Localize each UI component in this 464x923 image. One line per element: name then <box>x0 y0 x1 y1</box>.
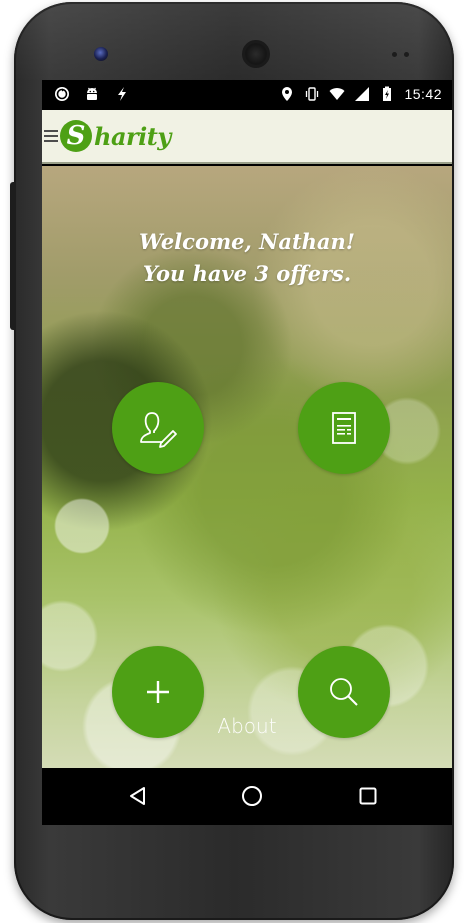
status-time: 15:42 <box>404 86 442 102</box>
signal-icon <box>355 87 370 101</box>
document-list-icon <box>332 412 356 444</box>
sensor-dot <box>404 52 409 57</box>
about-link[interactable]: About <box>42 714 452 738</box>
earpiece-speaker <box>242 40 270 68</box>
logo-text: harity <box>94 121 171 151</box>
plus-icon <box>147 681 169 703</box>
app-bar: S harity <box>42 110 452 164</box>
menu-icon[interactable] <box>44 127 62 145</box>
recents-button[interactable] <box>354 782 382 810</box>
edit-profile-icon <box>140 412 177 448</box>
system-nav-bar <box>42 768 452 825</box>
recents-icon <box>359 787 377 805</box>
back-icon <box>130 787 145 805</box>
phone-highlight <box>14 2 454 82</box>
offers-count: You have 3 offers. <box>142 261 352 286</box>
back-button[interactable] <box>124 782 152 810</box>
wifi-icon <box>329 88 345 100</box>
main-content: Welcome, Nathan! You have 3 offers. Abou… <box>42 166 452 768</box>
sensor-dot <box>392 52 397 57</box>
android-icon <box>87 87 97 100</box>
home-icon <box>242 786 262 806</box>
phone-side-button <box>10 182 16 330</box>
edit-profile-button[interactable] <box>112 382 204 474</box>
phone-screen: 15:42 S harity Welcome, Nathan! You have… <box>42 80 452 825</box>
sync-icon <box>55 87 69 101</box>
welcome-greeting: Welcome, Nathan! <box>138 229 356 254</box>
battery-icon <box>383 86 392 101</box>
app-logo: S harity <box>60 120 171 152</box>
home-button[interactable] <box>238 782 266 810</box>
status-bar: 15:42 <box>42 80 452 110</box>
search-icon <box>330 678 358 706</box>
offers-list-button[interactable] <box>298 382 390 474</box>
welcome-message: Welcome, Nathan! You have 3 offers. <box>42 226 452 290</box>
vibrate-icon <box>306 87 319 101</box>
flash-icon <box>118 87 126 101</box>
logo-badge: S <box>60 120 92 152</box>
location-icon <box>282 87 293 101</box>
front-camera <box>94 47 108 61</box>
